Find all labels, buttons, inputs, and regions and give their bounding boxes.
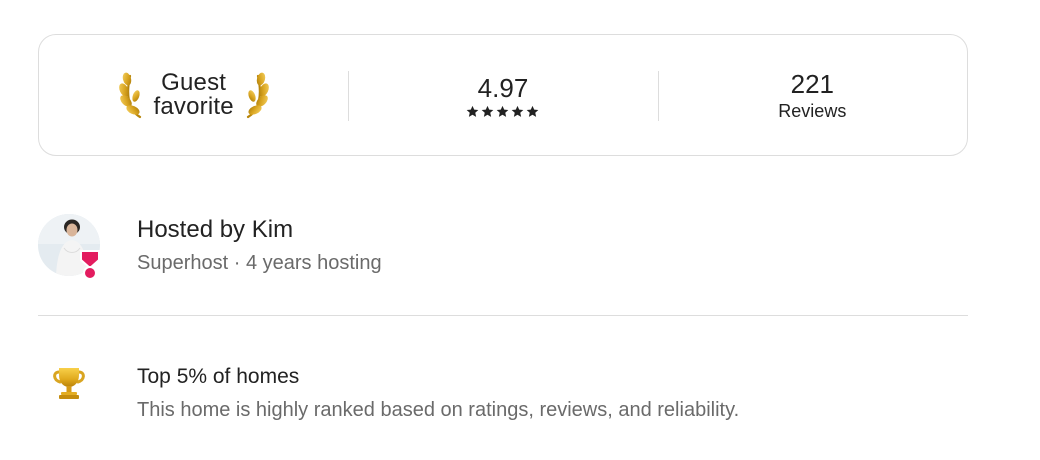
host-avatar-wrapper[interactable] bbox=[38, 214, 100, 280]
laurel-right-icon bbox=[238, 70, 270, 120]
guest-favorite-badge: Guest favorite bbox=[118, 70, 270, 120]
highlight-title: Top 5% of homes bbox=[137, 365, 300, 388]
reviews-section[interactable]: 221 Reviews bbox=[657, 35, 967, 155]
star-rating bbox=[466, 105, 539, 118]
guest-favorite-card[interactable]: Guest favorite 4.97 221 Reviews bbox=[38, 34, 968, 156]
trophy-icon bbox=[38, 364, 100, 402]
reviews-count: 221 bbox=[790, 69, 834, 99]
listing-summary: Guest favorite 4.97 221 Reviews Hosted b… bbox=[0, 0, 1040, 460]
star-icon bbox=[482, 105, 494, 117]
star-icon bbox=[527, 105, 539, 117]
star-icon bbox=[467, 105, 479, 117]
rating-section: 4.97 bbox=[348, 35, 657, 155]
host-info: Hosted by Kim Superhost · 4 years hostin… bbox=[137, 215, 382, 275]
reviews-label[interactable]: Reviews bbox=[778, 101, 846, 121]
star-icon bbox=[512, 105, 524, 117]
guest-favorite-title-line1: Guest bbox=[161, 69, 227, 96]
section-divider bbox=[38, 315, 968, 316]
guest-favorite-title: Guest favorite bbox=[154, 71, 234, 119]
star-icon bbox=[497, 105, 509, 117]
host-summary: Hosted by Kim Superhost · 4 years hostin… bbox=[38, 212, 968, 280]
listing-highlight: Top 5% of homes This home is highly rank… bbox=[38, 364, 968, 422]
rating-value: 4.97 bbox=[477, 72, 529, 103]
laurel-left-icon bbox=[118, 70, 150, 120]
guest-favorite-badge-section: Guest favorite bbox=[39, 35, 348, 155]
guest-favorite-title-line2: favorite bbox=[153, 93, 234, 120]
superhost-badge-icon bbox=[78, 248, 102, 285]
host-subtitle: Superhost · 4 years hosting bbox=[137, 252, 382, 274]
highlight-description: This home is highly ranked based on rati… bbox=[137, 399, 740, 421]
highlight-text: Top 5% of homes This home is highly rank… bbox=[137, 364, 739, 422]
host-name: Hosted by Kim bbox=[137, 216, 294, 243]
